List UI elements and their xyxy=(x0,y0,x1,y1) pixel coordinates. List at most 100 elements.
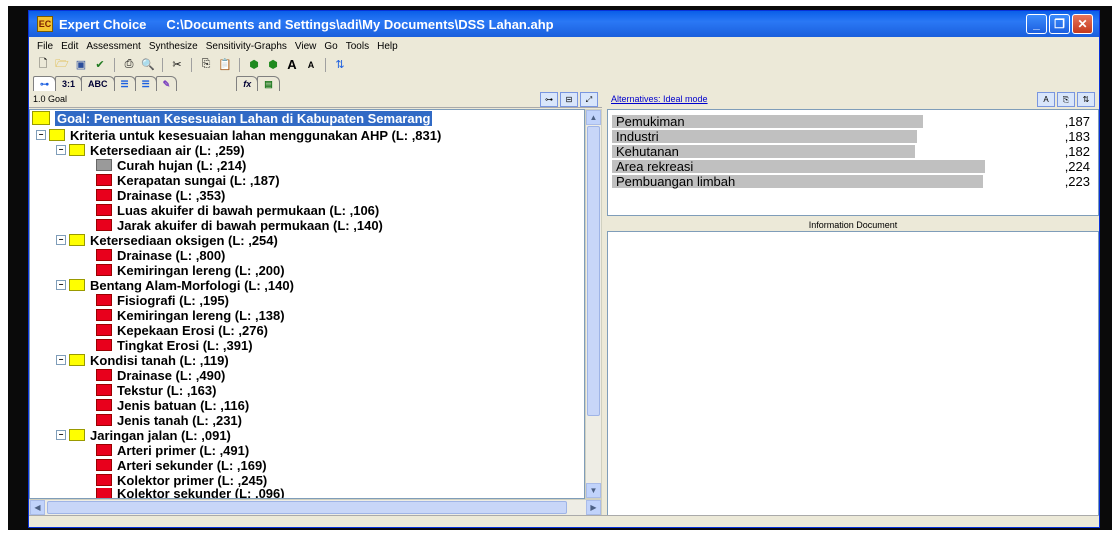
info-document-area[interactable] xyxy=(607,231,1099,516)
tree-node-leaf[interactable]: Kolektor primer (L: ,245) xyxy=(96,473,267,488)
title-bar[interactable]: EC Expert Choice C:\Documents and Settin… xyxy=(29,11,1099,37)
tree-node-leaf[interactable]: Drainase (L: ,800) xyxy=(96,248,225,263)
scroll-up-icon[interactable]: ▲ xyxy=(586,110,601,125)
menu-help[interactable]: Help xyxy=(377,41,398,52)
tree-node-leaf[interactable]: Curah hujan (L: ,214) xyxy=(96,158,246,173)
open-folder-icon[interactable]: 🗁 xyxy=(54,57,70,72)
save-icon[interactable]: ▣ xyxy=(73,57,89,72)
insert-sibling-icon[interactable]: ⬢ xyxy=(265,57,281,72)
scroll-left-icon[interactable]: ◀ xyxy=(30,500,45,515)
menu-tools[interactable]: Tools xyxy=(346,41,369,52)
tree-node-leaf[interactable]: Luas akuifer di bawah permukaan (L: ,106… xyxy=(96,203,379,218)
copy-table-icon[interactable]: ⎘ xyxy=(1057,92,1075,107)
app-window: EC Expert Choice C:\Documents and Settin… xyxy=(28,10,1100,528)
tab-data-grid[interactable]: ▤ xyxy=(257,76,280,91)
scroll-thumb[interactable] xyxy=(587,126,600,416)
alternative-row[interactable]: Pembuangan limbah ,223 xyxy=(612,174,1090,189)
tree-node-leaf[interactable]: Fisiografi (L: ,195) xyxy=(96,292,229,308)
tree-vertical-scrollbar[interactable]: ▲ ▼ xyxy=(585,109,602,499)
tree-view-icon[interactable]: ⊶ xyxy=(540,92,558,107)
tree-node-group[interactable]: − Jaringan jalan (L: ,091) xyxy=(56,428,231,443)
tree-node-group[interactable]: − Ketersediaan oksigen (L: ,254) xyxy=(56,233,278,248)
tab-pairwise-numerical[interactable]: 3:1 xyxy=(55,76,83,91)
collapse-icon[interactable]: − xyxy=(36,130,46,140)
alternative-row[interactable]: Industri ,183 xyxy=(612,129,1090,144)
tree-node-leaf[interactable]: Arteri sekunder (L: ,169) xyxy=(96,458,267,473)
alternatives-mode-link[interactable]: Alternatives: Ideal mode xyxy=(611,94,708,104)
scroll-thumb[interactable] xyxy=(47,501,567,514)
collapse-icon[interactable]: − xyxy=(56,280,66,290)
tree-node-leaf[interactable]: Tingkat Erosi (L: ,391) xyxy=(96,338,253,353)
goal-node-icon xyxy=(32,111,50,125)
alternatives-list: Pemukiman ,187 Industri ,183 Kehutanan ,… xyxy=(607,109,1099,216)
tab-pairwise-graphical[interactable]: ☰ xyxy=(113,76,136,91)
print-icon[interactable]: ⎙ xyxy=(121,57,137,72)
tab-rating[interactable]: ☰ xyxy=(134,76,157,91)
copy-icon[interactable]: ⎘ xyxy=(198,57,214,72)
close-button[interactable]: ✕ xyxy=(1072,14,1093,34)
tree-node-leaf[interactable]: Tekstur (L: ,163) xyxy=(96,383,216,398)
tree-node-group[interactable]: − Kondisi tanah (L: ,119) xyxy=(56,353,229,368)
tab-pairwise-verbal[interactable]: ABC xyxy=(81,76,115,91)
tree-node-leaf[interactable]: Jenis tanah (L: ,231) xyxy=(96,413,242,428)
tree-node-criterion[interactable]: − Kriteria untuk kesesuaian lahan menggu… xyxy=(36,128,441,143)
checkmark-icon[interactable]: ✔ xyxy=(92,57,108,72)
tree-horizontal-scrollbar[interactable]: ◀ ▶ xyxy=(29,499,602,516)
menu-file[interactable]: File xyxy=(37,41,53,52)
menu-synthesize[interactable]: Synthesize xyxy=(149,41,198,52)
tree-node-leaf[interactable]: Drainase (L: ,353) xyxy=(96,188,225,203)
collapse-icon[interactable]: − xyxy=(56,145,66,155)
cut-icon[interactable]: ✂ xyxy=(169,57,185,72)
leaf-node-icon xyxy=(96,159,112,171)
tree-node-leaf[interactable]: Drainase (L: ,490) xyxy=(96,368,225,383)
menu-edit[interactable]: Edit xyxy=(61,41,78,52)
menu-sensitivity-graphs[interactable]: Sensitivity-Graphs xyxy=(206,41,287,52)
alternative-name: Pembuangan limbah xyxy=(616,174,736,189)
menu-view[interactable]: View xyxy=(295,41,317,52)
leaf-node-icon xyxy=(96,414,112,426)
maximize-button[interactable]: ❐ xyxy=(1049,14,1070,34)
alternative-row[interactable]: Pemukiman ,187 xyxy=(612,114,1090,129)
alternative-row[interactable]: Area rekreasi ,224 xyxy=(612,159,1090,174)
collapse-icon[interactable]: − xyxy=(56,235,66,245)
tree-node-leaf[interactable]: Kemiringan lereng (L: ,200) xyxy=(96,263,285,278)
collapse-icon[interactable]: − xyxy=(56,355,66,365)
font-icon[interactable]: A xyxy=(1037,92,1055,107)
collapse-icon[interactable]: − xyxy=(56,430,66,440)
tree-zoom-icon[interactable]: ⤢ xyxy=(580,92,598,107)
tab-direct[interactable]: ✎ xyxy=(155,76,178,91)
model-view-icon[interactable]: ⇅ xyxy=(332,57,348,72)
minimize-button[interactable]: _ xyxy=(1026,14,1047,34)
tree-node-leaf[interactable]: Kepekaan Erosi (L: ,276) xyxy=(96,323,268,338)
group-node-icon xyxy=(69,354,85,366)
tree-node-leaf[interactable]: Jarak akuifer di bawah permukaan (L: ,14… xyxy=(96,218,383,233)
menu-assessment[interactable]: Assessment xyxy=(86,41,140,52)
paste-icon[interactable]: 📋 xyxy=(217,57,233,72)
print-preview-icon[interactable]: 🔍 xyxy=(140,57,156,72)
insert-child-icon[interactable]: ⬢ xyxy=(246,57,262,72)
scroll-right-icon[interactable]: ▶ xyxy=(586,500,601,515)
tree-node-group[interactable]: − Bentang Alam-Morfologi (L: ,140) xyxy=(56,278,294,293)
tree-node-leaf[interactable]: Jenis batuan (L: ,116) xyxy=(96,398,249,413)
font-larger-icon[interactable]: A xyxy=(284,57,300,72)
tree-node-leaf[interactable]: Kemiringan lereng (L: ,138) xyxy=(96,308,285,323)
scroll-down-icon[interactable]: ▼ xyxy=(586,483,601,498)
tree-node-leaf[interactable]: Kerapatan sungai (L: ,187) xyxy=(96,173,280,188)
menu-go[interactable]: Go xyxy=(324,41,337,52)
leaf-label: Fisiografi (L: ,195) xyxy=(117,292,229,308)
tab-model-tree[interactable]: ⊶ xyxy=(33,76,56,91)
leaf-node-icon xyxy=(96,189,112,201)
tree-node-leaf[interactable]: Kolektor sekunder (L: ,096) xyxy=(96,488,285,498)
toolbar: 🗋 🗁 ▣ ✔ ⎙ 🔍 ✂ ⎘ 📋 ⬢ ⬢ A A ⇅ xyxy=(29,55,1099,74)
alternative-row[interactable]: Kehutanan ,182 xyxy=(612,144,1090,159)
tree-node-group[interactable]: − Ketersediaan air (L: ,259) xyxy=(56,143,245,158)
font-smaller-icon[interactable]: A xyxy=(303,57,319,72)
tree-node-goal[interactable]: Goal: Penentuan Kesesuaian Lahan di Kabu… xyxy=(32,110,433,126)
new-file-icon[interactable]: 🗋 xyxy=(35,57,51,72)
sort-icon[interactable]: ⇅ xyxy=(1077,92,1095,107)
goal-label: Goal: Penentuan Kesesuaian Lahan di Kabu… xyxy=(55,110,433,126)
app-icon: EC xyxy=(37,16,53,32)
tree-node-leaf[interactable]: Arteri primer (L: ,491) xyxy=(96,443,249,458)
tree-collapse-icon[interactable]: ⊟ xyxy=(560,92,578,107)
tab-formula[interactable]: fx xyxy=(236,76,259,91)
